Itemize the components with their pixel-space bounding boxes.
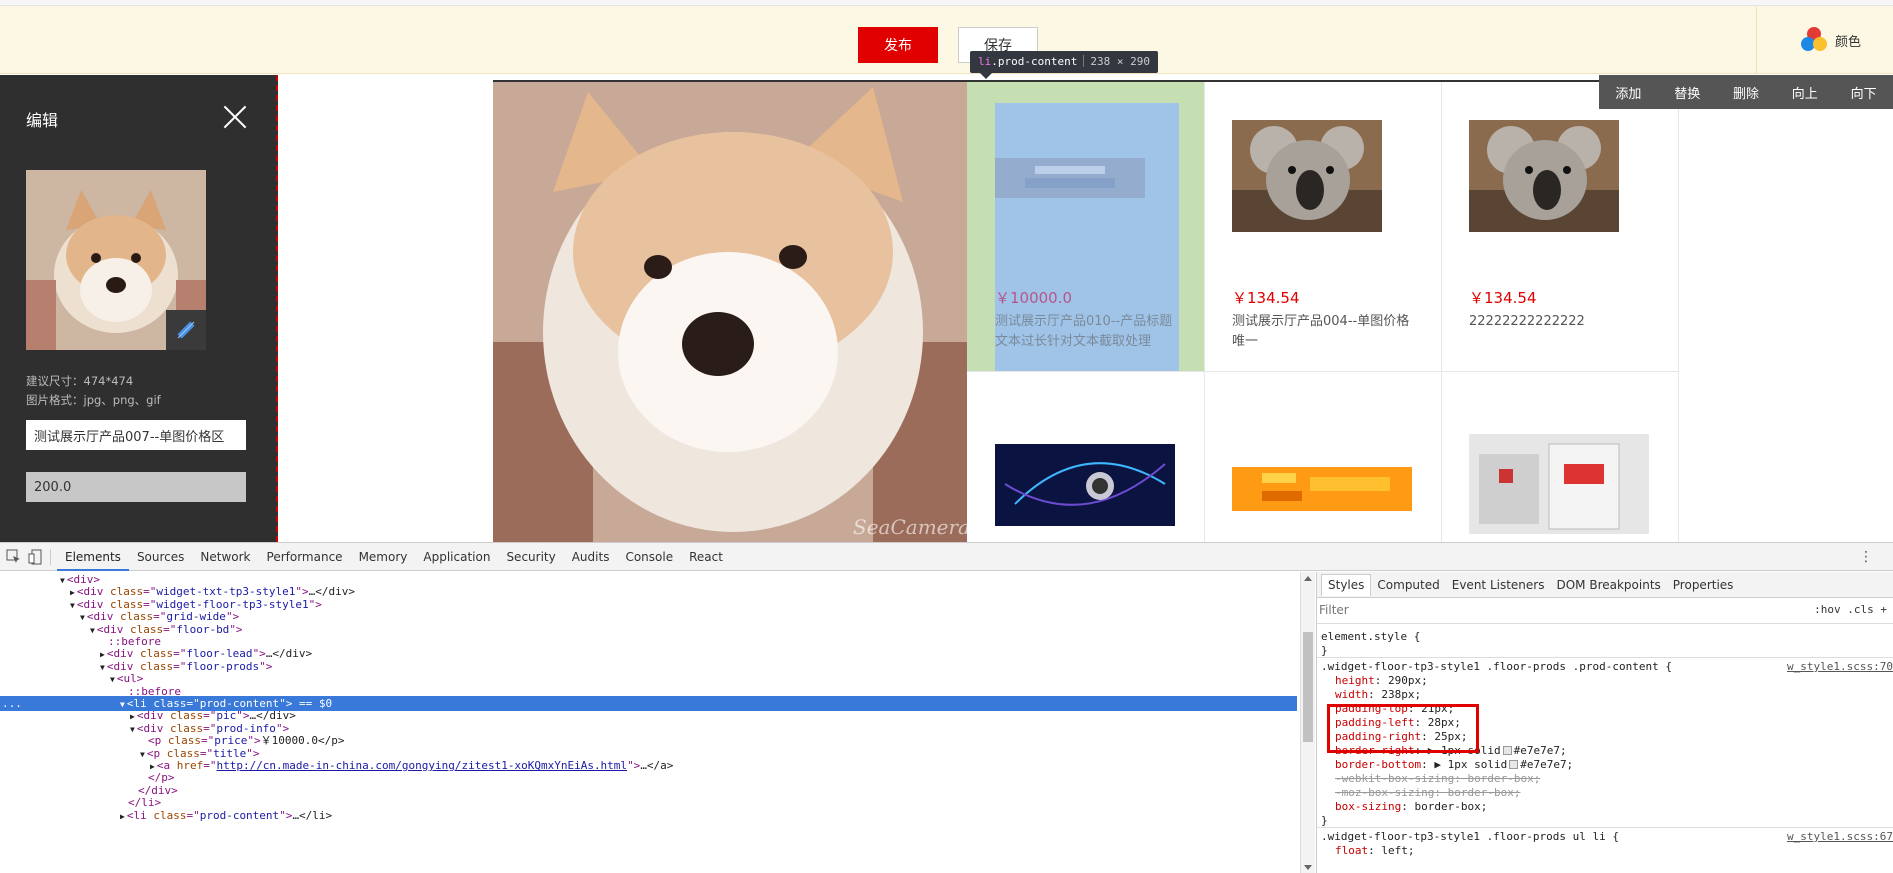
tab-properties[interactable]: Properties — [1667, 572, 1740, 598]
tab-styles[interactable]: Styles — [1321, 573, 1372, 596]
product-price-input[interactable] — [26, 472, 246, 502]
format-hint: 图片格式：jpg、png、gif — [26, 393, 161, 407]
tab-react[interactable]: React — [681, 543, 731, 571]
filter-tools[interactable]: :hov .cls + — [1814, 603, 1887, 616]
image-watermark: SeaCamera — [853, 515, 967, 539]
tooltip-class: .prod-content — [991, 55, 1078, 68]
devtools-panel: Elements Sources Network Performance Mem… — [0, 542, 1893, 873]
delete-button[interactable]: 删除 — [1733, 83, 1759, 102]
koala-icon — [1469, 120, 1619, 232]
inspect-element-icon[interactable] — [6, 549, 22, 565]
tab-computed[interactable]: Computed — [1371, 572, 1445, 598]
color-palette-icon — [1801, 27, 1827, 53]
tab-performance[interactable]: Performance — [259, 543, 351, 571]
tab-dom-breakpoints[interactable]: DOM Breakpoints — [1550, 572, 1666, 598]
stylesheet-link: w_style1.scss:67 — [1787, 830, 1893, 843]
css-rule-selector[interactable]: .widget-floor-tp3-style1 .floor-prods ul… — [1321, 830, 1893, 844]
css-declaration[interactable]: height: 290px; — [1335, 674, 1428, 688]
color-label: 颜色 — [1835, 34, 1862, 50]
stylesheet-link: w_style1.scss:70 — [1787, 660, 1893, 673]
tech-banner-icon — [995, 444, 1175, 526]
rule-separator — [1317, 657, 1893, 658]
product-price: ￥134.54 — [1232, 289, 1300, 307]
dom-node[interactable]: ▶ <li class="prod-content">…</li> — [0, 808, 332, 823]
floor-canvas: SeaCamera 添加 替换 删除 向上 向下 ￥10000.0 测试展示厅产… — [280, 75, 1893, 542]
panel-title: 编辑 — [26, 111, 59, 130]
close-icon[interactable] — [220, 101, 250, 131]
product-title[interactable]: 测试展示厅产品010--产品标题文本过长针对文本截取处理 — [995, 312, 1180, 352]
product-price: ￥134.54 — [1469, 289, 1537, 307]
product-card[interactable] — [1441, 372, 1679, 542]
highlight-annotation-box — [1327, 704, 1479, 753]
inspect-tooltip: li.prod-content 238 × 290 — [970, 51, 1158, 73]
css-rule-selector[interactable]: .widget-floor-tp3-style1 .floor-prods .p… — [1321, 660, 1893, 674]
css-declaration[interactable]: width: 238px; — [1335, 688, 1421, 702]
tab-console[interactable]: Console — [617, 543, 681, 571]
css-declaration[interactable]: float: left; — [1335, 844, 1415, 858]
devtools-tabbar: Elements Sources Network Performance Mem… — [0, 543, 1893, 571]
thumbnail-image[interactable] — [26, 170, 206, 350]
tab-event-listeners[interactable]: Event Listeners — [1446, 572, 1551, 598]
widget-action-bar: 添加 替换 删除 向上 向下 — [1599, 75, 1893, 109]
product-price: ￥10000.0 — [995, 289, 1073, 307]
more-menu-icon[interactable]: ⋮ — [1859, 549, 1873, 565]
product-card[interactable]: ￥134.54 测试展示厅产品004--单图价格唯一 — [1204, 82, 1442, 372]
css-rule-close[interactable]: } — [1321, 814, 1328, 828]
edit-image-button[interactable] — [166, 310, 206, 350]
tab-application[interactable]: Application — [415, 543, 498, 571]
tab-sources[interactable]: Sources — [129, 543, 192, 571]
rule-separator — [1317, 827, 1893, 828]
pencil-icon — [177, 321, 195, 339]
css-declaration[interactable]: box-sizing: border-box; — [1335, 800, 1487, 814]
product-card[interactable]: ￥10000.0 测试展示厅产品010--产品标题文本过长针对文本截取处理 — [967, 82, 1205, 372]
css-rule-close[interactable]: } — [1321, 644, 1328, 658]
css-declaration[interactable]: -webkit-box-sizing: border-box; — [1335, 772, 1540, 786]
styles-filter-row: :hov .cls + — [1317, 598, 1893, 624]
editor-toolbar: 发布 保存 颜色 — [0, 6, 1893, 74]
orange-banner-icon — [1232, 467, 1412, 511]
tooltip-dims: 238 × 290 — [1090, 55, 1150, 68]
add-button[interactable]: 添加 — [1615, 83, 1641, 102]
product-card[interactable] — [1204, 372, 1442, 542]
elements-tree[interactable]: ▼ <div> ▶ <div class="widget-txt-tp3-style1… — [0, 572, 1300, 873]
tooltip-arrow — [980, 73, 992, 79]
product-title[interactable]: 测试展示厅产品004--单图价格唯一 — [1232, 312, 1417, 352]
replace-button[interactable]: 替换 — [1674, 83, 1700, 102]
color-picker-button[interactable]: 颜色 — [1756, 6, 1893, 74]
css-declaration[interactable]: -moz-box-sizing: border-box; — [1335, 786, 1520, 800]
styles-filter-input[interactable] — [1319, 601, 1679, 619]
edit-panel: 编辑 建议尺寸：474*474 图片格式：jpg、png、gif — [0, 75, 278, 542]
tab-elements[interactable]: Elements — [57, 543, 129, 571]
move-up-button[interactable]: 向上 — [1792, 83, 1818, 102]
product-card[interactable] — [967, 372, 1205, 542]
tab-security[interactable]: Security — [498, 543, 563, 571]
lead-image[interactable]: SeaCamera — [493, 82, 967, 542]
product-title-input[interactable] — [26, 420, 246, 450]
css-rule-selector[interactable]: element.style { — [1321, 630, 1893, 644]
move-down-button[interactable]: 向下 — [1851, 83, 1877, 102]
product-title[interactable]: 22222222222222 — [1469, 312, 1654, 332]
tab-network[interactable]: Network — [192, 543, 258, 571]
tooltip-tag: li — [978, 55, 992, 68]
publish-button[interactable]: 发布 — [858, 27, 938, 63]
tab-memory[interactable]: Memory — [351, 543, 416, 571]
elements-scrollbar[interactable] — [1300, 572, 1315, 873]
css-declaration[interactable]: border-bottom: ▶ 1px solid #e7e7e7; — [1335, 758, 1573, 772]
product-card[interactable]: ￥134.54 22222222222222 — [1441, 82, 1679, 372]
tab-audits[interactable]: Audits — [564, 543, 618, 571]
styles-tabbar: Styles Computed Event Listeners DOM Brea… — [1317, 572, 1893, 598]
box-photo-icon — [1469, 434, 1649, 534]
size-hint: 建议尺寸：474*474 — [26, 374, 134, 388]
koala-icon — [1232, 120, 1382, 232]
banner-icon — [995, 158, 1175, 198]
device-toolbar-icon[interactable] — [28, 549, 44, 565]
